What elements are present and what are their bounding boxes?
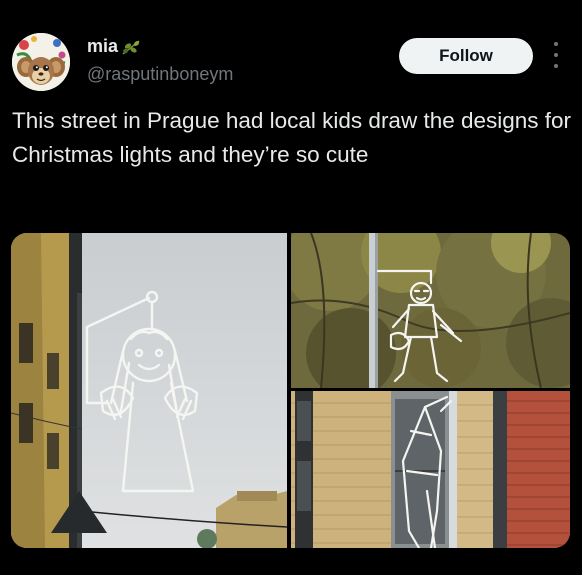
tweet-text: This street in Prague had local kids dra… (12, 108, 572, 167)
author-handle[interactable]: @rasputinboneym (87, 64, 233, 85)
figure-light-on-brick-building-photo[interactable] (291, 391, 570, 548)
follow-button[interactable]: Follow (399, 38, 533, 74)
avatar-image (12, 33, 70, 91)
author-name-row[interactable]: mia (87, 36, 141, 57)
more-options-icon[interactable] (551, 42, 561, 68)
olive-branch-icon (122, 39, 140, 55)
violin-figure-light-photo[interactable] (291, 233, 570, 388)
avatar[interactable] (12, 33, 70, 91)
media-grid (11, 233, 570, 548)
angel-light-photo[interactable] (11, 233, 287, 548)
author-name[interactable]: mia (87, 36, 118, 57)
